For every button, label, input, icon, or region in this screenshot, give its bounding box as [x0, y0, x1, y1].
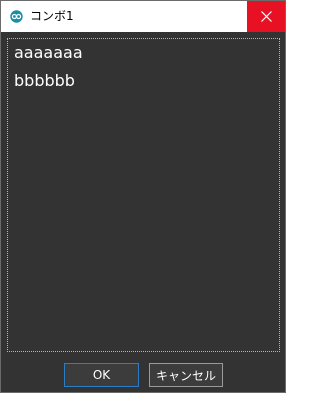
close-icon: [260, 11, 272, 22]
combo-list[interactable]: aaaaaaa bbbbbb: [7, 38, 280, 352]
list-item[interactable]: aaaaaaa: [14, 43, 83, 63]
cancel-button[interactable]: キャンセル: [149, 363, 223, 387]
close-button[interactable]: [247, 1, 285, 32]
ok-button[interactable]: OK: [64, 363, 139, 387]
app-icon: [10, 10, 23, 23]
list-item[interactable]: bbbbbb: [14, 71, 75, 91]
combo-dialog: コンボ1 aaaaaaa bbbbbb OK キャンセル: [0, 0, 286, 393]
window-title: コンボ1: [30, 9, 74, 23]
title-bar: コンボ1: [1, 1, 285, 32]
